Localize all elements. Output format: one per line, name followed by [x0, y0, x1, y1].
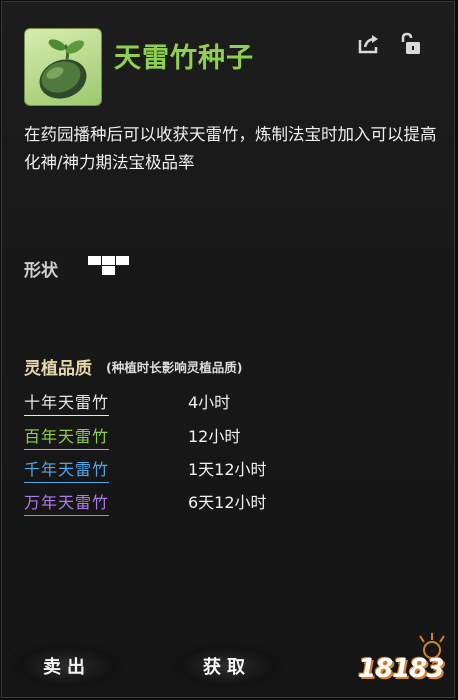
- quality-row: 千年天雷竹 1天12小时: [24, 456, 424, 483]
- quality-tier-name[interactable]: 百年天雷竹: [24, 423, 110, 450]
- quality-subtitle: (种植时长影响灵植品质): [106, 360, 243, 375]
- quality-tier-name[interactable]: 十年天雷竹: [24, 389, 110, 416]
- quality-tier-time: 6天12小时: [188, 493, 267, 512]
- sell-button[interactable]: 卖出: [8, 642, 126, 690]
- shape-cell: [102, 266, 115, 275]
- quality-tier-name[interactable]: 万年天雷竹: [24, 489, 110, 516]
- quality-row: 十年天雷竹 4小时: [24, 389, 424, 416]
- share-icon[interactable]: [356, 32, 382, 56]
- item-description: 在药园播种后可以收获天雷竹，炼制法宝时加入可以提高化神/神力期法宝极品率: [24, 125, 437, 172]
- quality-tier-name[interactable]: 千年天雷竹: [24, 456, 110, 483]
- obtain-button[interactable]: 获取: [168, 642, 286, 690]
- shape-cell: [102, 256, 115, 265]
- watermark-logo: 18183: [354, 630, 454, 694]
- watermark-text: 18183: [358, 654, 444, 684]
- shape-label: 形状: [24, 261, 58, 281]
- unlock-icon[interactable]: [398, 32, 424, 56]
- item-title: 天雷竹种子: [114, 43, 254, 74]
- quality-row: 百年天雷竹 12小时: [24, 423, 424, 450]
- seed-icon: [24, 28, 102, 106]
- quality-tier-time: 1天12小时: [188, 460, 267, 479]
- shape-cell: [88, 256, 101, 265]
- shape-grid: [88, 256, 132, 278]
- quality-title: 灵植品质: [24, 359, 92, 379]
- item-tooltip-panel: 天雷竹种子 在药园播种后可以收获天雷竹，炼制法宝时加入可以提高化神/神力期法宝极…: [1, 1, 455, 698]
- shape-cell: [116, 256, 129, 265]
- quality-tier-time: 4小时: [188, 393, 231, 412]
- quality-row: 万年天雷竹 6天12小时: [24, 489, 424, 516]
- quality-tier-time: 12小时: [188, 427, 241, 446]
